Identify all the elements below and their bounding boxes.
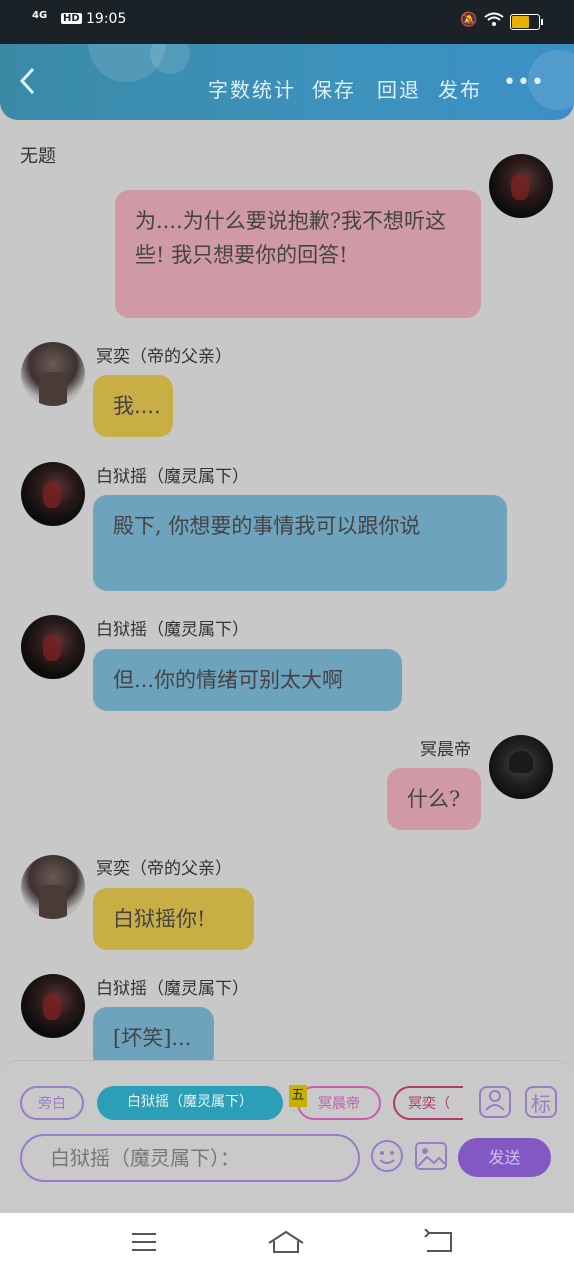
avatar[interactable] bbox=[21, 462, 85, 526]
role-chip[interactable]: 冥奕（ bbox=[393, 1086, 463, 1120]
battery-icon bbox=[510, 14, 543, 30]
message-bubble[interactable]: 为....为什么要说抱歉?我不想听这些! 我只想要你的回答! bbox=[115, 190, 481, 318]
tag-button[interactable]: 标 bbox=[525, 1086, 557, 1118]
app-header: 字数统计 保存 回退 发布 ••• bbox=[0, 44, 574, 120]
message-bubble[interactable]: 殿下, 你想要的事情我可以跟你说 bbox=[93, 495, 507, 591]
composer-panel: 旁白 白狱摇（魔灵属下） 冥晨帝 五 冥奕（ 标 白狱摇（魔灵属下）： 发送 bbox=[0, 1060, 574, 1214]
back-button[interactable] bbox=[18, 66, 36, 102]
avatar[interactable] bbox=[489, 735, 553, 799]
clock: 19:05 bbox=[86, 11, 127, 27]
message-bubble[interactable]: 但...你的情绪可别太大啊 bbox=[93, 649, 402, 711]
home-icon[interactable] bbox=[266, 1229, 306, 1263]
person-icon[interactable] bbox=[479, 1086, 511, 1118]
role-chip[interactable]: 冥晨帝 bbox=[297, 1086, 381, 1120]
wifi-icon bbox=[484, 12, 504, 32]
more-button[interactable]: ••• bbox=[503, 70, 545, 95]
message-bubble[interactable]: 我.... bbox=[93, 375, 173, 437]
speaker-name: 白狱摇（魔灵属下） bbox=[96, 620, 249, 640]
avatar[interactable] bbox=[21, 855, 85, 919]
role-badge: 五 bbox=[289, 1085, 307, 1107]
message-bubble[interactable]: 什么? bbox=[387, 768, 481, 830]
message-bubble[interactable]: 白狱摇你! bbox=[93, 888, 254, 950]
emoji-icon[interactable] bbox=[370, 1139, 404, 1173]
mute-icon: 🔕 bbox=[460, 12, 478, 28]
speaker-name: 冥奕（帝的父亲） bbox=[96, 859, 232, 879]
hd-badge: HD bbox=[61, 13, 82, 24]
speaker-name: 白狱摇（魔灵属下） bbox=[96, 979, 249, 999]
save-button[interactable]: 保存 bbox=[312, 74, 356, 103]
status-bar: 4G HD 19:05 🔕 bbox=[0, 0, 574, 44]
word-count-button[interactable]: 字数统计 bbox=[208, 74, 296, 103]
message-input[interactable]: 白狱摇（魔灵属下）： bbox=[20, 1134, 360, 1182]
avatar[interactable] bbox=[21, 342, 85, 406]
back-icon[interactable] bbox=[418, 1228, 458, 1263]
image-icon[interactable] bbox=[414, 1139, 448, 1173]
network-indicator: 4G bbox=[32, 10, 48, 21]
menu-icon[interactable] bbox=[124, 1229, 164, 1263]
avatar[interactable] bbox=[21, 615, 85, 679]
speaker-name: 冥晨帝 bbox=[420, 740, 471, 760]
publish-button[interactable]: 发布 bbox=[438, 74, 482, 103]
role-chip-narration[interactable]: 旁白 bbox=[20, 1086, 84, 1120]
avatar[interactable] bbox=[489, 154, 553, 218]
document-title[interactable]: 无题 bbox=[20, 142, 56, 168]
speaker-name: 白狱摇（魔灵属下） bbox=[96, 467, 249, 487]
role-chip-active[interactable]: 白狱摇（魔灵属下） bbox=[97, 1086, 283, 1120]
avatar[interactable] bbox=[21, 974, 85, 1038]
send-button[interactable]: 发送 bbox=[458, 1138, 551, 1177]
system-nav-bar bbox=[0, 1213, 574, 1280]
undo-button[interactable]: 回退 bbox=[377, 74, 421, 103]
speaker-name: 冥奕（帝的父亲） bbox=[96, 347, 232, 367]
